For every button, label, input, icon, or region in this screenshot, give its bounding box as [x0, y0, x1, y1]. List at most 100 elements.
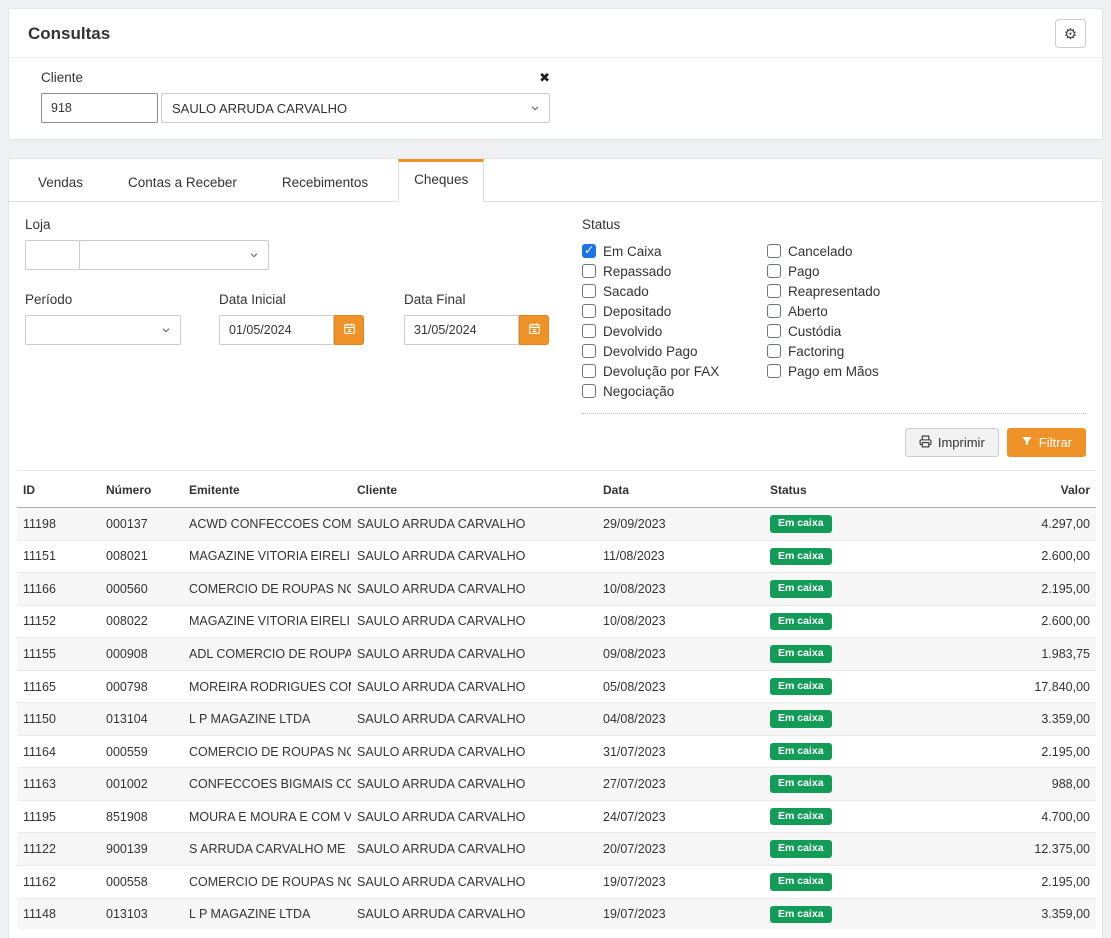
checkbox-negociacao[interactable]: [582, 384, 596, 398]
filtrar-button[interactable]: Filtrar: [1007, 428, 1086, 457]
table-row[interactable]: 11164000559COMERCIO DE ROUPAS NOV…SAULO …: [17, 735, 1096, 768]
checkbox-pago[interactable]: [767, 264, 781, 278]
cell-data: 04/08/2023: [597, 703, 764, 736]
cell-id: 11165: [17, 670, 100, 703]
table-row[interactable]: 11162000558COMERCIO DE ROUPAS NOV…SAULO …: [17, 866, 1096, 899]
table-row[interactable]: 11163001002CONFECCOES BIGMAIS COM…SAULO …: [17, 768, 1096, 801]
table-row[interactable]: 11152008022MAGAZINE VITORIA EIRELI MESAU…: [17, 605, 1096, 638]
tab-cheques[interactable]: Cheques: [398, 159, 484, 202]
cell-data: 31/07/2023: [597, 735, 764, 768]
cell-numero: 851908: [100, 800, 183, 833]
periodo-label: Período: [25, 292, 181, 307]
cell-emitente: COMERCIO DE ROUPAS NOV…: [183, 573, 351, 606]
checkbox-reapresentado[interactable]: [767, 284, 781, 298]
table-row[interactable]: 11165000798MOREIRA RODRIGUES COME…SAULO …: [17, 670, 1096, 703]
status-option-depositado[interactable]: Depositado: [582, 301, 767, 321]
cell-emitente: S ARRUDA CARVALHO ME: [183, 833, 351, 866]
checkbox-em-caixa[interactable]: [582, 244, 596, 258]
status-option-negociacao[interactable]: Negociação: [582, 381, 767, 401]
checkbox-pago-em-maos[interactable]: [767, 364, 781, 378]
loja-select[interactable]: [79, 240, 269, 270]
status-option-factoring[interactable]: Factoring: [767, 341, 952, 361]
table-row[interactable]: 11148013103L P MAGAZINE LTDASAULO ARRUDA…: [17, 898, 1096, 930]
cell-valor: 4.700,00: [924, 800, 1096, 833]
status-fieldset: Status Em CaixaRepassadoSacadoDepositado…: [582, 217, 1086, 414]
table-row[interactable]: 11166000560COMERCIO DE ROUPAS NOV…SAULO …: [17, 573, 1096, 606]
status-option-devolvido-pago[interactable]: Devolvido Pago: [582, 341, 767, 361]
column-header-status: Status: [764, 471, 924, 508]
status-option-reapresentado[interactable]: Reapresentado: [767, 281, 952, 301]
checkbox-factoring[interactable]: [767, 344, 781, 358]
data-final-calendar-button[interactable]: [519, 315, 549, 345]
checkbox-label: Reapresentado: [788, 284, 880, 299]
cell-valor: 2.600,00: [924, 540, 1096, 573]
table-row[interactable]: 11198000137ACWD CONFECCOES COMER…SAULO A…: [17, 508, 1096, 541]
data-final-input[interactable]: [404, 315, 519, 345]
imprimir-label: Imprimir: [938, 435, 985, 450]
status-badge: Em caixa: [770, 678, 832, 696]
tab-contas-a-receber[interactable]: Contas a Receber: [113, 159, 252, 202]
status-badge: Em caixa: [770, 906, 832, 924]
status-option-devolvido[interactable]: Devolvido: [582, 321, 767, 341]
status-badge: Em caixa: [770, 808, 832, 826]
client-code-input[interactable]: [41, 93, 158, 123]
checkbox-label: Custódia: [788, 324, 841, 339]
status-badge: Em caixa: [770, 873, 832, 891]
checkbox-label: Pago: [788, 264, 820, 279]
table-row[interactable]: 11151008021MAGAZINE VITORIA EIRELI MESAU…: [17, 540, 1096, 573]
checkbox-label: Sacado: [603, 284, 649, 299]
status-option-em-caixa[interactable]: Em Caixa: [582, 241, 767, 261]
table-row[interactable]: 11195851908MOURA E MOURA E COM VAR…SAULO…: [17, 800, 1096, 833]
cell-valor: 3.359,00: [924, 898, 1096, 930]
status-badge: Em caixa: [770, 515, 832, 533]
checkbox-repassado[interactable]: [582, 264, 596, 278]
status-badge: Em caixa: [770, 613, 832, 631]
table-row[interactable]: 11150013104L P MAGAZINE LTDASAULO ARRUDA…: [17, 703, 1096, 736]
tab-vendas[interactable]: Vendas: [23, 159, 98, 202]
periodo-select[interactable]: [25, 315, 181, 345]
client-select[interactable]: SAULO ARRUDA CARVALHO: [161, 93, 550, 123]
status-badge: Em caixa: [770, 710, 832, 728]
checkbox-custodia[interactable]: [767, 324, 781, 338]
data-final-label: Data Final: [404, 292, 549, 307]
status-option-aberto[interactable]: Aberto: [767, 301, 952, 321]
status-option-custodia[interactable]: Custódia: [767, 321, 952, 341]
table-row[interactable]: 11122900139S ARRUDA CARVALHO MESAULO ARR…: [17, 833, 1096, 866]
cell-status: Em caixa: [764, 833, 924, 866]
settings-button[interactable]: ⚙: [1055, 19, 1086, 48]
checkbox-cancelado[interactable]: [767, 244, 781, 258]
status-option-cancelado[interactable]: Cancelado: [767, 241, 952, 261]
checkbox-devolucao-por-fax[interactable]: [582, 364, 596, 378]
cell-cliente: SAULO ARRUDA CARVALHO: [351, 605, 597, 638]
status-option-sacado[interactable]: Sacado: [582, 281, 767, 301]
cell-numero: 000137: [100, 508, 183, 541]
close-icon[interactable]: ✖: [539, 70, 550, 85]
loja-code-input[interactable]: [25, 240, 80, 270]
checkbox-devolvido[interactable]: [582, 324, 596, 338]
status-option-pago-em-maos[interactable]: Pago em Mãos: [767, 361, 952, 381]
checkbox-label: Aberto: [788, 304, 828, 319]
tab-recebimentos[interactable]: Recebimentos: [267, 159, 383, 202]
status-option-pago[interactable]: Pago: [767, 261, 952, 281]
cell-status: Em caixa: [764, 800, 924, 833]
cell-cliente: SAULO ARRUDA CARVALHO: [351, 703, 597, 736]
checkbox-devolvido-pago[interactable]: [582, 344, 596, 358]
cell-numero: 900139: [100, 833, 183, 866]
consultas-card: Consultas ⚙ Cliente ✖ SAULO ARRUDA CARVA…: [8, 8, 1103, 140]
data-inicial-input[interactable]: [219, 315, 334, 345]
checkbox-aberto[interactable]: [767, 304, 781, 318]
column-header-cliente: Cliente: [351, 471, 597, 508]
status-option-devolucao-por-fax[interactable]: Devolução por FAX: [582, 361, 767, 381]
checkbox-sacado[interactable]: [582, 284, 596, 298]
cell-data: 11/08/2023: [597, 540, 764, 573]
cell-emitente: ACWD CONFECCOES COMER…: [183, 508, 351, 541]
imprimir-button[interactable]: Imprimir: [905, 428, 999, 457]
client-select-value: SAULO ARRUDA CARVALHO: [172, 101, 347, 116]
cell-valor: 988,00: [924, 768, 1096, 801]
status-option-repassado[interactable]: Repassado: [582, 261, 767, 281]
checkbox-depositado[interactable]: [582, 304, 596, 318]
cell-status: Em caixa: [764, 670, 924, 703]
cell-id: 11122: [17, 833, 100, 866]
data-inicial-calendar-button[interactable]: [334, 315, 364, 345]
table-row[interactable]: 11155000908ADL COMERCIO DE ROUPAS …SAULO…: [17, 638, 1096, 671]
